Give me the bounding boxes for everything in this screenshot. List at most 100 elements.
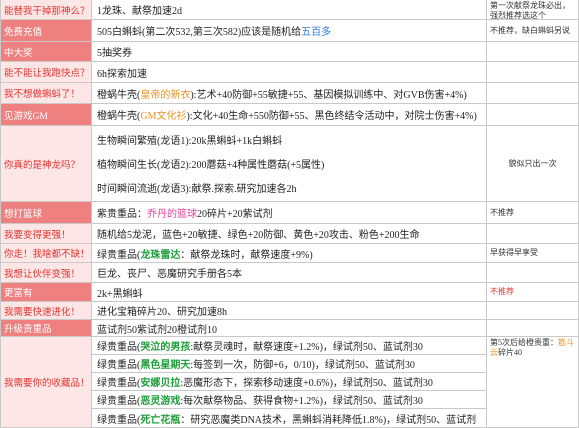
reward-text: 巨龙、丧尸、恶魔研究手册各5本 xyxy=(97,269,242,280)
wish-label: 能不能让我跑快点？ xyxy=(0,62,92,83)
note-cell xyxy=(487,224,579,244)
note-cell: 不推荐 xyxy=(487,202,579,224)
reward-text: ):艺术+40防御+55敏捷+55、基因模拟训练中、对GVB伤害+4%) xyxy=(190,89,467,101)
wish-label: 你真的是神龙吗？ xyxy=(0,126,92,202)
reward-highlight: 乔丹的篮球 xyxy=(147,209,197,220)
reward-text: 绿贵重品( xyxy=(97,249,141,261)
reward-cell: 2k+黑蝌蚪 xyxy=(92,283,487,302)
reward-line: 橙蜗牛壳(GM文化衫):文化+40生命+550防御+55、黑色终结令活动中，对院… xyxy=(97,107,477,122)
reward-line: 绿贵重品(安娜贝拉:恶魔形态下，探索移动速度+0.6%)，绿试剂50、蓝试剂30 xyxy=(97,374,433,389)
reward-highlight: 皇帝的新衣 xyxy=(140,89,191,101)
reward-text: 6h探索加速 xyxy=(97,68,147,80)
wish-label: 你走！我啥都不缺！ xyxy=(0,244,92,263)
note-text: 碎片40 xyxy=(498,347,522,357)
reward-cell: 巨龙、丧尸、恶魔研究手册各5本 xyxy=(92,263,487,283)
reward-highlight: 恶灵游戏 xyxy=(140,396,181,407)
reward-text: 20碎片+20紫试剂 xyxy=(197,209,273,220)
wish-label: 见游戏GM xyxy=(0,104,92,126)
reward-text: 1龙珠、献祭加速2d xyxy=(97,6,182,17)
reward-subrow: 绿贵重品(死亡花瓶：研究恶魔类DNA技术，黑蝌蚪消耗降低1.8%)，绿试剂50、… xyxy=(92,409,486,427)
reward-text: ):文化+40生命+550防御+55、黑色终结令活动中，对院士伤害+4%) xyxy=(186,111,477,122)
reward-cell: 橙蜗牛壳(GM文化衫):文化+40生命+550防御+55、黑色终结令活动中，对院… xyxy=(92,104,487,126)
reward-text: 5抽奖券 xyxy=(97,48,132,59)
reward-text: ：研究恶魔类DNA技术，黑蝌蚪消耗降低1.8%)，绿试剂50、蓝试剂 xyxy=(180,414,477,426)
reward-text: :每次献祭物品、获得食物+1.2%)，绿试剂50、蓝试剂30 xyxy=(180,396,423,407)
reward-text: 绿贵重品( xyxy=(97,342,141,353)
reward-subrow: 绿贵重品(安娜贝拉:恶魔形态下，探索移动速度+0.6%)，绿试剂50、蓝试剂30 xyxy=(92,373,486,391)
note-cell: 第一次献祭龙珠必出，强烈推荐选这个 xyxy=(487,0,579,20)
reward-highlight: 龙珠雷达 xyxy=(140,249,181,261)
note-text: 早获得早享受 xyxy=(490,248,538,258)
reward-line: 橙蜗牛壳(皇帝的新衣):艺术+40防御+55敏捷+55、基因模拟训练中、对GVB… xyxy=(97,86,467,101)
reward-cell: 1龙珠、献祭加速2d xyxy=(92,0,487,20)
note-text: 第一次献祭龙珠必出，强烈推荐选这个 xyxy=(490,1,570,20)
reward-cell: 紫贵重品：乔丹的篮球20碎片+20紫试剂 xyxy=(92,202,487,224)
reward-text: 橙蜗牛壳( xyxy=(97,89,141,101)
reward-highlight: 安娜贝拉 xyxy=(140,378,181,389)
note-cell xyxy=(487,302,579,320)
reward-cell: 505白蝌蚪(第二次532,第三次582)应该是随机给五百多 xyxy=(92,20,487,42)
reward-table: 能替我干掉那神么？ 1龙珠、献祭加速2d 第一次献祭龙珠必出，强烈推荐选这个 免… xyxy=(0,0,579,428)
reward-cell: 进化宝箱碎片20、研究加速8h xyxy=(92,302,487,320)
reward-line: 绿贵重品(死亡花瓶：研究恶魔类DNA技术，黑蝌蚪消耗降低1.8%)，绿试剂50、… xyxy=(97,411,476,426)
wish-label: 免费充值 xyxy=(0,20,92,42)
wish-label: 我需要快速进化！ xyxy=(0,302,92,320)
reward-subrow: 绿贵重品(哭泣的男孩:献祭灵魂时，献祭速度+1.2%)，绿试剂50、蓝试剂30 xyxy=(92,337,486,355)
note-cell xyxy=(487,320,579,337)
note-line: 第5次后给橙贵重：筋斗云碎片40 xyxy=(490,338,575,357)
reward-line: 植物瞬间生长(龙语2):200蘑菇+4种属性蘑菇(+5属性) xyxy=(97,159,325,171)
wish-label: 中大奖 xyxy=(0,42,92,62)
reward-text: :献祭灵魂时，献祭速度+1.2%)，绿试剂50、蓝试剂30 xyxy=(190,342,423,353)
reward-text: 橙蜗牛壳( xyxy=(97,111,141,122)
reward-text: 2k+黑蝌蚪 xyxy=(97,288,143,300)
reward-cell: 5抽奖券 xyxy=(92,42,487,62)
reward-highlight: 哭泣的男孩 xyxy=(140,342,191,353)
reward-line: 时间瞬间流逝(龙语3):献祭.探索.研究加速各2h xyxy=(97,183,297,195)
reward-cell: 随机给5龙泥，蓝色+20敏捷、绿色+20防御、黄色+20攻击、粉色+200生命 xyxy=(92,224,487,244)
reward-cell: 绿贵重品(哭泣的男孩:献祭灵魂时，献祭速度+1.2%)，绿试剂50、蓝试剂30 … xyxy=(92,337,487,428)
wish-label: 升级贵重品 xyxy=(0,320,92,337)
reward-text: ：献祭龙珠时，献祭速度+9%) xyxy=(180,249,313,261)
reward-cell: 6h探索加速 xyxy=(92,62,487,83)
reward-cell: 绿贵重品(龙珠雷达：献祭龙珠时，献祭速度+9%) xyxy=(92,244,487,263)
reward-text: 紫贵重品： xyxy=(97,209,147,220)
reward-line: 绿贵重品(龙珠雷达：献祭龙珠时，献祭速度+9%) xyxy=(97,246,313,261)
wish-label: 能替我干掉那神么？ xyxy=(0,0,92,20)
reward-text: 进化宝箱碎片20、研究加速8h xyxy=(97,307,227,318)
note-cell xyxy=(487,104,579,126)
reward-text: 绿贵重品( xyxy=(97,396,141,407)
wish-label: 我不想做蝌蚪了！ xyxy=(0,83,92,104)
reward-highlight: 五百多 xyxy=(301,27,332,38)
note-cell: 不推荐 xyxy=(487,283,579,302)
reward-text: 随机给5龙泥，蓝色+20敏捷、绿色+20防御、黄色+20攻击、粉色+200生命 xyxy=(97,230,420,241)
reward-cell: 蓝试剂50紫试剂20橙试剂10 xyxy=(92,320,487,337)
reward-text: 绿贵重品( xyxy=(97,378,141,389)
note-cell: 不推荐，缺白蝌蚪另说 xyxy=(487,20,579,42)
note-cell: 貌似只出一次 xyxy=(487,126,579,202)
reward-text: :每签到一次，防御+6，0/10)，绿试剂50、蓝试剂30 xyxy=(190,360,415,371)
wish-label: 我需要你的收藏品！ xyxy=(0,337,92,428)
reward-highlight: GM文化衫 xyxy=(140,111,187,122)
wish-label: 更富有 xyxy=(0,283,92,302)
wish-label: 我想让伙伴变强！ xyxy=(0,263,92,283)
note-cell: 早获得早享受 xyxy=(487,244,579,263)
reward-highlight: 死亡花瓶 xyxy=(140,414,181,426)
note-text: 不推荐 xyxy=(490,207,514,217)
reward-highlight: 黑色星期天 xyxy=(140,360,191,371)
wish-label: 想打篮球 xyxy=(0,202,92,224)
reward-line: 绿贵重品(恶灵游戏:每次献祭物品、获得食物+1.2%)，绿试剂50、蓝试剂30 xyxy=(97,392,423,407)
reward-line: 生物瞬间繁殖(龙语1):20k黑蝌蚪+1k白蝌蚪 xyxy=(97,136,283,148)
reward-cell: 生物瞬间繁殖(龙语1):20k黑蝌蚪+1k白蝌蚪 植物瞬间生长(龙语2):200… xyxy=(92,126,487,202)
note-text: 不推荐，缺白蝌蚪另说 xyxy=(490,25,570,35)
reward-text: 绿贵重品( xyxy=(97,360,141,371)
reward-line: 紫贵重品：乔丹的篮球20碎片+20紫试剂 xyxy=(97,205,273,220)
reward-subrow: 绿贵重品(黑色星期天:每签到一次，防御+6，0/10)，绿试剂50、蓝试剂30 xyxy=(92,355,486,373)
note-cell xyxy=(487,263,579,283)
reward-text: 505白蝌蚪(第二次532,第三次582)应该是随机给 xyxy=(97,27,302,38)
note-cell xyxy=(487,42,579,62)
note-cell: 第5次后给橙贵重：筋斗云碎片40 xyxy=(487,337,579,428)
reward-line: 绿贵重品(黑色星期天:每签到一次，防御+6，0/10)，绿试剂50、蓝试剂30 xyxy=(97,356,415,371)
note-text: 第5次后给橙贵重： xyxy=(490,338,558,347)
reward-text: 蓝试剂50紫试剂20橙试剂10 xyxy=(97,324,217,336)
reward-text: :恶魔形态下，探索移动速度+0.6%)，绿试剂50、蓝试剂30 xyxy=(180,378,433,389)
